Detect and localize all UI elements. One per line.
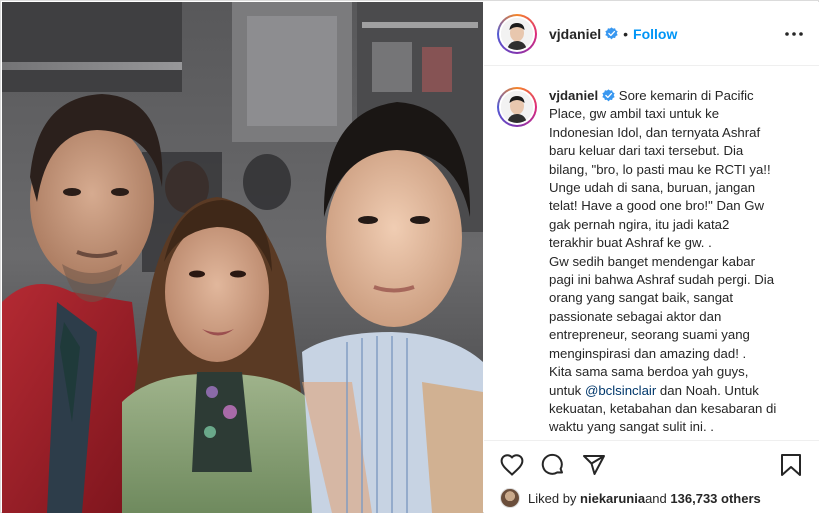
likes-summary: Liked by niekarunia and 136,733 others (484, 486, 819, 510)
follow-button[interactable]: Follow (633, 26, 677, 42)
instagram-post: vjdaniel • Follow vjdaniel Sore kemarin … (0, 0, 819, 513)
caption-line: Place, gw ambil taxi untuk ke (549, 106, 720, 122)
avatar[interactable] (497, 13, 537, 54)
caption-avatar-image (501, 91, 533, 123)
caption-line: passionate sebagai aktor dan (549, 308, 722, 324)
caption-line: telat! Have a good one bro!" Dan Gw (549, 198, 765, 214)
liker-avatar[interactable] (500, 488, 520, 508)
likes-count-link[interactable]: 136,733 others (670, 491, 760, 506)
post-photo-illustration (2, 2, 483, 513)
likes-prefix: Liked by (528, 490, 577, 506)
caption-line: menginspirasi dan amazing dad! . (549, 345, 747, 361)
caption-line: Indonesian Idol, dan ternyata Ashraf (549, 124, 761, 140)
caption-line: Unge udah di sana, buruan, jangan (549, 180, 756, 196)
caption-line: terakhir buat Ashraf ke gw. . (549, 235, 712, 251)
caption-line: dan Noah. Untuk (656, 382, 759, 398)
caption-line: waktu yang sangat sulit ini. . (549, 419, 714, 435)
heart-icon[interactable] (498, 451, 526, 479)
post-photo[interactable] (2, 2, 483, 513)
caption-line: Kita sama sama berdoa yah guys, (549, 364, 749, 380)
verified-badge-icon (605, 27, 618, 40)
liker-username[interactable]: niekarunia (580, 491, 645, 506)
caption-line: gak pernah ngira, itu jadi kata2 (549, 216, 730, 232)
avatar-picture (501, 17, 533, 50)
caption-username[interactable]: vjdaniel (549, 88, 598, 103)
caption-line: untuk (549, 382, 585, 398)
caption-line: orang yang sangat baik, sangat (549, 290, 734, 306)
share-icon[interactable] (580, 451, 608, 479)
avatar-picture (501, 91, 533, 123)
caption-line: Sore kemarin di Pacific (618, 88, 754, 103)
caption-line: baru keluar dari taxi tersebut. Dia (549, 143, 744, 159)
bookmark-icon[interactable] (777, 451, 805, 479)
caption-mention-link[interactable]: @bclsinclair (585, 383, 656, 398)
post-username[interactable]: vjdaniel (549, 26, 601, 42)
caption-line: bilang, "bro, lo pasti mau ke RCTI ya!! (549, 161, 771, 177)
caption-line: pagi ini bahwa Ashraf sudah pergi. Dia (549, 272, 775, 288)
avatar-image (501, 17, 533, 50)
likes-middle: and (645, 490, 667, 506)
caption-text: vjdaniel Sore kemarin di Pacific Place, … (549, 87, 803, 437)
caption-avatar[interactable] (497, 87, 537, 127)
post-header: vjdaniel • Follow (484, 2, 819, 66)
comment-icon[interactable] (539, 451, 567, 479)
caption-line: kekuatan, ketabahan dan kesabaran di (549, 400, 777, 416)
post-side-panel: vjdaniel • Follow vjdaniel Sore kemarin … (484, 2, 819, 513)
more-options-icon[interactable] (783, 24, 805, 44)
caption-line: Gw sedih banget mendengar kabar (549, 253, 756, 269)
verified-badge-icon (602, 89, 615, 102)
caption-line: entrepreneur, seorang suami yang (549, 327, 750, 343)
header-separator: • (623, 25, 629, 42)
caption-section: vjdaniel Sore kemarin di Pacific Place, … (484, 67, 819, 439)
post-actions-bar (484, 440, 819, 488)
